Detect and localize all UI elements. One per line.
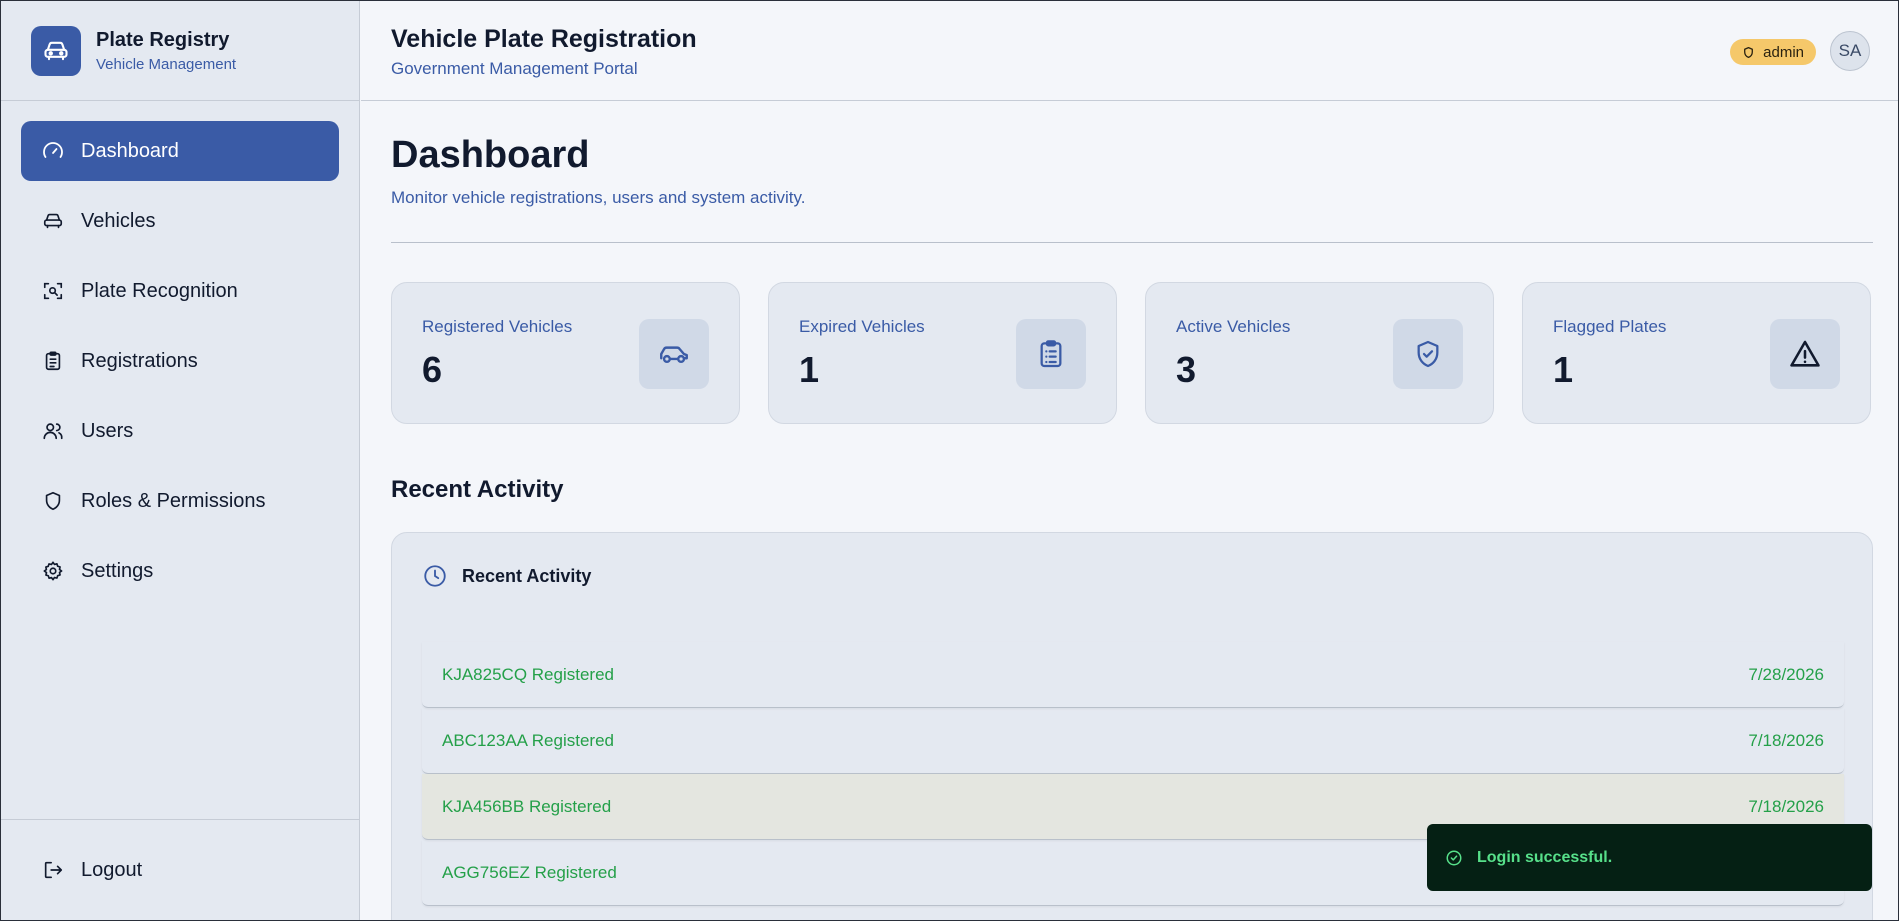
car-icon	[639, 319, 709, 389]
page-title: Dashboard	[391, 134, 590, 176]
sidebar-item-label: Settings	[81, 559, 154, 582]
activity-text: ABC123AA Registered	[442, 730, 614, 750]
shield-check-icon	[1393, 319, 1463, 389]
panel-title: Recent Activity	[462, 565, 592, 586]
stat-value: 3	[1176, 349, 1197, 390]
shield-icon	[1742, 46, 1755, 59]
sidebar-item-label: Users	[81, 419, 134, 442]
car-icon	[31, 25, 81, 76]
sidebar-item-label: Dashboard	[81, 139, 179, 162]
activity-date: 7/18/2026	[1748, 796, 1824, 816]
stat-label: Registered Vehicles	[422, 317, 573, 336]
panel-header: Recent Activity	[422, 563, 591, 589]
sidebar-item-plate-recognition[interactable]: Plate Recognition	[21, 261, 339, 321]
toast-message: Login successful.	[1477, 848, 1613, 866]
stat-value: 6	[422, 349, 443, 390]
stat-value: 1	[799, 349, 820, 390]
users-icon	[41, 419, 65, 443]
list-item[interactable]: KJA825CQ Registered 7/28/2026	[422, 642, 1844, 708]
stat-card-registered-vehicles: Registered Vehicles 6	[391, 282, 740, 424]
activity-text: KJA456BB Registered	[442, 796, 612, 816]
clock-icon	[422, 563, 448, 589]
logout-icon	[41, 858, 65, 882]
toast-notification[interactable]: Login successful.	[1427, 824, 1872, 891]
check-circle-icon	[1445, 849, 1463, 867]
activity-date: 7/18/2026	[1748, 730, 1824, 750]
section-title-recent-activity: Recent Activity	[391, 476, 564, 503]
brand: Plate Registry Vehicle Management	[1, 1, 359, 101]
sidebar-nav: Dashboard Vehicles Plate Recognition Reg…	[1, 101, 359, 601]
activity-text: AGG756EZ Registered	[442, 862, 617, 882]
stats-row: Registered Vehicles 6 Expired Vehicles 1…	[391, 282, 1873, 424]
scan-icon	[41, 279, 65, 303]
stat-label: Expired Vehicles	[799, 317, 925, 336]
header-subtitle: Government Management Portal	[391, 59, 638, 78]
role-badge-label: admin	[1763, 43, 1804, 61]
sidebar-item-registrations[interactable]: Registrations	[21, 331, 339, 391]
stat-card-active-vehicles: Active Vehicles 3	[1145, 282, 1494, 424]
sidebar-item-settings[interactable]: Settings	[21, 541, 339, 601]
logout-button[interactable]: Logout	[21, 840, 339, 900]
stat-label: Active Vehicles	[1176, 317, 1291, 336]
sidebar-item-dashboard[interactable]: Dashboard	[21, 121, 339, 181]
brand-title: Plate Registry	[96, 28, 230, 51]
sidebar-item-label: Registrations	[81, 349, 198, 372]
activity-date: 7/28/2026	[1748, 664, 1824, 684]
clipboard-icon	[41, 349, 65, 373]
sidebar-item-label: Roles & Permissions	[81, 489, 266, 512]
list-item[interactable]: ABC123AA Registered 7/18/2026	[422, 708, 1844, 774]
header-title: Vehicle Plate Registration	[391, 25, 697, 53]
sidebar: Plate Registry Vehicle Management Dashbo…	[1, 1, 360, 920]
warning-icon	[1770, 319, 1840, 389]
stat-value: 1	[1553, 349, 1574, 390]
sidebar-footer: Logout	[1, 819, 359, 920]
gauge-icon	[41, 139, 65, 163]
sidebar-item-users[interactable]: Users	[21, 401, 339, 461]
stat-card-expired-vehicles: Expired Vehicles 1	[768, 282, 1117, 424]
main-content: Dashboard Monitor vehicle registrations,…	[361, 102, 1898, 920]
role-badge: admin	[1730, 39, 1816, 65]
gear-icon	[41, 559, 65, 583]
stat-label: Flagged Plates	[1553, 317, 1667, 336]
top-header: Vehicle Plate Registration Government Ma…	[361, 1, 1898, 101]
clipboard-icon	[1016, 319, 1086, 389]
sidebar-item-label: Plate Recognition	[81, 279, 238, 302]
shield-icon	[41, 489, 65, 513]
logout-label: Logout	[81, 858, 143, 881]
divider	[391, 242, 1873, 243]
sidebar-item-label: Vehicles	[81, 209, 156, 232]
brand-subtitle: Vehicle Management	[96, 55, 237, 73]
avatar[interactable]: SA	[1830, 31, 1870, 71]
car-icon	[41, 209, 65, 233]
sidebar-item-vehicles[interactable]: Vehicles	[21, 191, 339, 251]
page-subtitle: Monitor vehicle registrations, users and…	[391, 188, 806, 207]
activity-text: KJA825CQ Registered	[442, 664, 614, 684]
sidebar-item-roles-permissions[interactable]: Roles & Permissions	[21, 471, 339, 531]
stat-card-flagged-plates: Flagged Plates 1	[1522, 282, 1871, 424]
